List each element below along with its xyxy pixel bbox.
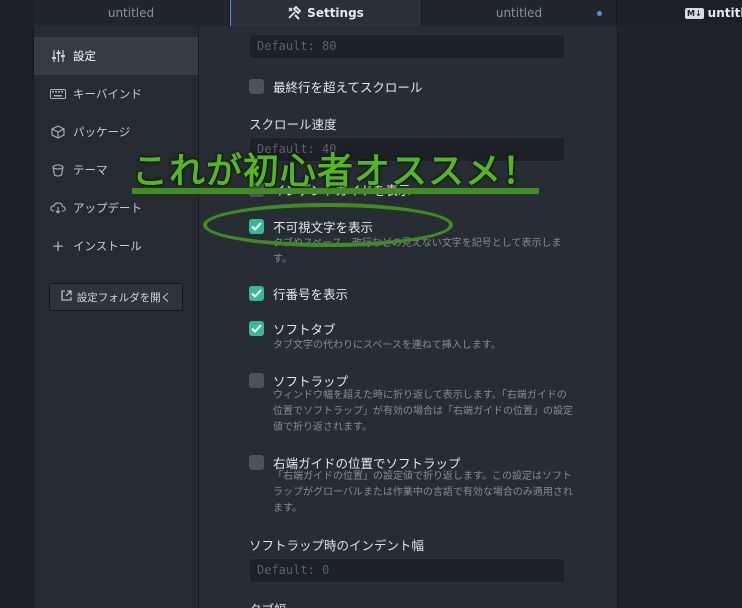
modified-dot-icon [597, 11, 602, 16]
open-config-folder-button[interactable]: 設定フォルダを開く [49, 283, 183, 311]
callout-text: これが初心者オススメ！ [132, 151, 540, 192]
soft-tabs-setting[interactable]: ソフトタブ [249, 319, 336, 338]
tab-label: Settings [307, 6, 364, 20]
checkbox-checked[interactable] [249, 321, 264, 336]
markdown-icon: M↓ [685, 7, 704, 19]
settings-panel: Default: 80 最終行を超えてスクロール スクロール速度 Default… [199, 26, 617, 608]
tools-icon [287, 6, 302, 20]
setting-label: 行番号を表示 [273, 287, 349, 302]
sidebar-item-keybindings[interactable]: キーバインド [34, 75, 198, 113]
tab-markdown-preview[interactable]: M↓ untitled [617, 0, 742, 26]
open-config-folder-label: 設定フォルダを開く [76, 291, 172, 304]
soft-wrap-indent-input[interactable]: Default: 0 [249, 558, 565, 583]
setting-description: 「右端ガイドの位置」の設定値で折り返します。この設定はソフトラップがグローバルま… [273, 471, 573, 514]
show-line-numbers-setting[interactable]: 行番号を表示 [249, 284, 348, 303]
sidebar-item-install[interactable]: + インストール [34, 227, 198, 265]
plus-icon: + [51, 237, 65, 255]
setting-description: ウィンドウ幅を超えた時に折り返して表示します。「右端ガイドの位置でソフトラップ」… [273, 390, 573, 433]
markdown-preview-pane [618, 26, 742, 608]
tree-view-edge [0, 26, 34, 608]
checkbox[interactable] [249, 455, 264, 470]
sidebar-item-settings[interactable]: 設定 [34, 37, 198, 75]
sidebar-item-label: キーバインド [73, 87, 142, 101]
preferred-line-length-input[interactable]: Default: 80 [249, 34, 565, 59]
tab-label: untitled [495, 6, 543, 20]
paintbucket-icon [50, 163, 66, 177]
tab-untitled-1[interactable]: untitled [33, 0, 230, 26]
tab-untitled-2[interactable]: untitled [422, 0, 617, 26]
setting-description: タブ文字の代わりにスペースを連ねて挿入します。 [273, 340, 501, 351]
scroll-past-end-setting[interactable]: 最終行を超えてスクロール [249, 77, 422, 96]
checkbox[interactable] [249, 373, 264, 388]
sidebar-item-label: アップデート [73, 201, 142, 215]
soft-wrap-indent-label: ソフトラップ時のインデント幅 [249, 538, 425, 553]
check-icon [251, 324, 262, 333]
sidebar-item-updates[interactable]: アップデート [34, 189, 198, 227]
setting-label: 最終行を超えてスクロール [273, 80, 423, 95]
highlight-ellipse [203, 203, 453, 247]
link-external-icon [61, 290, 72, 304]
check-icon [251, 289, 262, 298]
tab-length-label: タブ幅 [249, 599, 287, 608]
sidebar-item-label: インストール [73, 239, 142, 253]
tab-bar: untitled Settings untitled M↓ untitled [0, 0, 742, 26]
sidebar-item-label: 設定 [73, 49, 96, 63]
package-icon [50, 125, 66, 139]
cloud-download-icon [50, 202, 66, 214]
sidebar-item-label: テーマ [73, 163, 108, 177]
setting-label: ソフトタブ [273, 322, 336, 337]
checkbox[interactable] [249, 79, 264, 94]
checkbox-checked[interactable] [249, 286, 264, 301]
scroll-speed-label: スクロール速度 [249, 117, 337, 132]
tab-label: untitled [707, 6, 742, 20]
keyboard-icon [50, 89, 66, 99]
sliders-icon [50, 50, 66, 62]
tab-settings[interactable]: Settings [230, 0, 422, 26]
sidebar-item-label: パッケージ [73, 125, 131, 139]
settings-sidebar: 設定 キーバインド パッケージ テーマ アップデート + インストール 設定フォ… [34, 26, 198, 608]
tab-label: untitled [107, 6, 155, 20]
